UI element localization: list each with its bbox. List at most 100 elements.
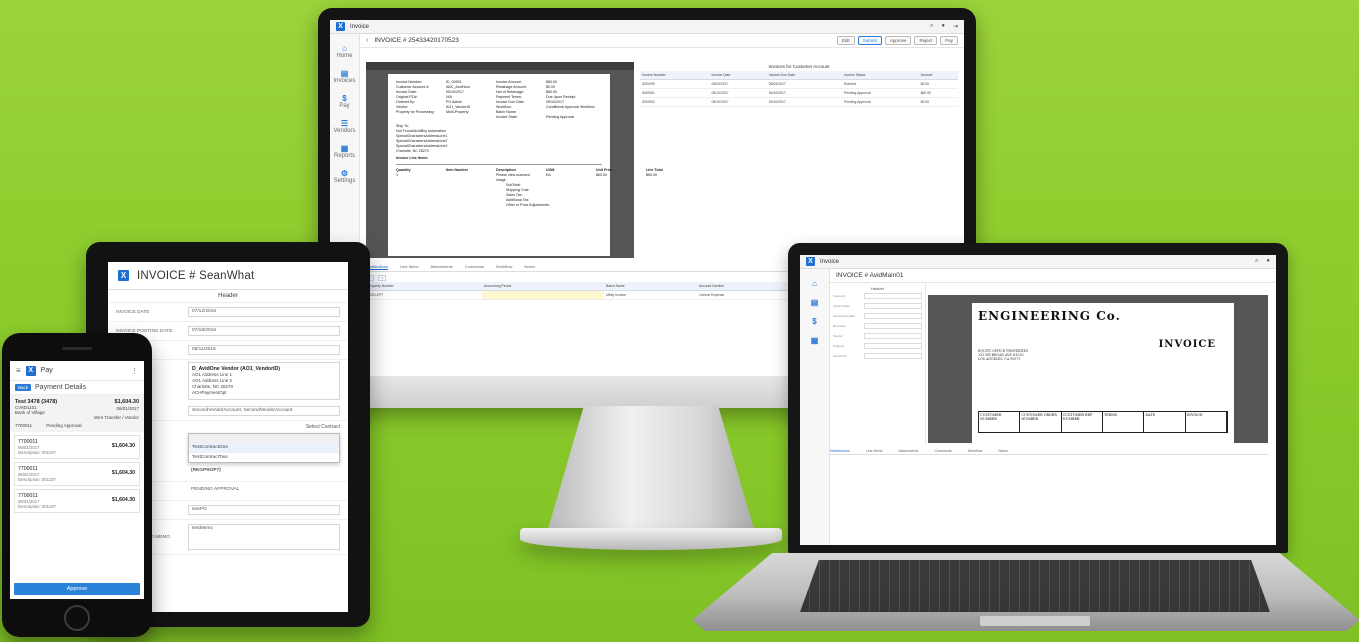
laptop-lid: X Invoice ⌕ ● ⌂ ▤ $ ▦ INVOICE # AvidMain… (788, 243, 1288, 553)
invoice-icon[interactable]: ▤ (800, 298, 829, 307)
column-header[interactable]: Invoice Number (640, 71, 710, 80)
user-icon[interactable]: ● (1266, 258, 1270, 265)
tab-item[interactable]: Notes (524, 264, 534, 269)
sidebar-item-vendors[interactable]: ☰ Vendors (330, 119, 359, 134)
tab-item[interactable]: Attachments (898, 449, 918, 453)
pay-icon[interactable]: $ (800, 317, 829, 326)
app-logo-icon: X (806, 257, 815, 266)
form-field[interactable] (864, 343, 922, 349)
tab-item[interactable]: Comments (934, 449, 951, 453)
sidebar-item-settings[interactable]: ⚙ Settings (330, 169, 359, 184)
tab-item[interactable]: Comments (465, 264, 484, 269)
reject-button[interactable]: Reject (914, 36, 938, 45)
laptop-keyboard (800, 560, 1270, 612)
payment-card[interactable]: 7700011 06/01/2017 $1,604.30 Description: 0… (14, 435, 140, 459)
sidebar-item-pay[interactable]: $ Pay (330, 94, 359, 109)
laptop-sidebar: ⌂ ▤ $ ▦ (800, 269, 830, 545)
tab-item[interactable]: Line Items (400, 264, 418, 269)
vendor-card[interactable]: D_AvidOne Vendor (AO1_VendorID) AO1 Addr… (188, 362, 340, 400)
form-field[interactable] (864, 323, 922, 329)
sidebar-item-invoices[interactable]: ▤ Invoices (330, 69, 359, 84)
table-row[interactable]: ID00902 05/10/2017 05/10/2017 Pending Appro… (640, 97, 958, 107)
home-icon[interactable]: ⌂ (800, 279, 829, 288)
form-field[interactable] (864, 313, 922, 319)
table-cell: 05/04/2017 (766, 79, 842, 89)
table-cell: $0.00 (918, 79, 958, 89)
form-row: Invoice Date (833, 303, 922, 309)
table-row[interactable]: ID00099 05/04/2017 05/04/2017 Entered $0.00 (640, 79, 958, 89)
field-label: Invoice Date (833, 304, 850, 308)
tab-item[interactable]: Workflow (496, 264, 512, 269)
column-header[interactable]: Invoice Due Date (766, 71, 842, 80)
payment-card[interactable]: 7700011 06/01/2017 $1,604.30 Description: 0… (14, 462, 140, 486)
table-cell: Pending Approval (842, 88, 919, 98)
phone-screen: ≡ X Pay ⋮ Back Payment Details Test 3478… (10, 361, 144, 599)
form-row: Account # (833, 353, 922, 359)
tab-item[interactable]: Distributions (830, 449, 850, 453)
menu-icon[interactable]: ≡ (16, 366, 21, 375)
column-header[interactable]: Property Number (366, 282, 482, 291)
sidebar-item-reports[interactable]: ▦ Reports (330, 144, 359, 159)
search-icon[interactable]: ⌕ (1255, 258, 1258, 265)
back-arrow-icon[interactable]: ‹ (366, 37, 368, 44)
field-text (396, 115, 436, 120)
tab-item[interactable]: Notes (998, 449, 1007, 453)
tab-item[interactable]: Workflow (968, 449, 983, 453)
invoice-image-viewer[interactable]: Invoice Number: ID_00901 Invoice Amount: $6… (366, 62, 663, 258)
submit-button[interactable]: Submit (857, 36, 882, 45)
column-header[interactable]: Batch Name (604, 282, 698, 291)
home-button[interactable] (64, 605, 90, 631)
phone-app-name: Pay (40, 367, 53, 374)
sidebar-item-home[interactable]: ⌂ Home (330, 44, 359, 59)
payment-card[interactable]: 7700011 06/01/2017 $1,604.30 Description: 0… (14, 489, 140, 513)
pay-button[interactable]: Pay (940, 36, 958, 45)
form-field[interactable] (864, 303, 922, 309)
contract-dropdown[interactable]: TestContractOne TestContractTwo (188, 433, 340, 463)
form-field[interactable] (864, 293, 922, 299)
laptop-lines-panel: Distributions Line Items Attachments Commen… (830, 447, 1268, 537)
app-logo-icon: X (336, 22, 345, 31)
approve-button[interactable]: Approve (14, 583, 140, 595)
table-cell: ID00902 (640, 97, 710, 107)
tab-item[interactable]: Attachments (430, 264, 452, 269)
phone-page-title: Payment Details (35, 384, 86, 391)
invoice-fields: Invoice Number: ID_00901 Invoice Amount: $6… (396, 80, 602, 120)
back-button[interactable]: Back (15, 384, 32, 391)
date-field[interactable]: 07/18/2016 (188, 326, 340, 336)
report-icon[interactable]: ▦ (800, 336, 829, 345)
payment-method: Wire Transfer / Vendor (93, 415, 139, 420)
column-header[interactable]: Invoice Status (842, 71, 919, 80)
reference-number: 7700011 (15, 423, 33, 428)
payment-amount: $1,604.30 (114, 399, 139, 405)
more-icon[interactable]: ⋮ (131, 367, 138, 375)
column-header[interactable]: Amount (918, 71, 958, 80)
memo-field[interactable]: testMemo (188, 524, 340, 550)
edit-button[interactable]: Edit (836, 36, 855, 45)
date-field[interactable]: 07/12/2016 (188, 307, 340, 317)
related-invoices-table: Invoice Number Invoice Date Invoice Due Da… (640, 71, 958, 107)
form-field[interactable] (864, 333, 922, 339)
payment-status: Pending Approval (46, 423, 82, 428)
po-field[interactable]: testPO (188, 505, 340, 515)
laptop-invoice-viewer[interactable]: ENGINEERING Co. INVOICE EQUITY OFFICE PR… (928, 295, 1268, 443)
table-row[interactable]: ID00901 05/10/2017 05/10/2017 Pending Appro… (640, 88, 958, 98)
contract-option[interactable]: TestContractOne (189, 442, 339, 452)
column-header[interactable]: Accounting Period (481, 282, 605, 291)
logout-icon[interactable]: ⇥ (953, 23, 958, 30)
column-header[interactable]: Invoice Date (709, 71, 767, 80)
account-field[interactable]: SecondVendorAccount, SecondVendorAccount (188, 406, 340, 416)
tab-item[interactable]: Line Items (866, 449, 883, 453)
grid-cell: INVOICE (1186, 412, 1227, 432)
laptop-app-name: Invoice (820, 258, 840, 265)
bill-to-address: EQUITY OFFICE PROPERTIES 333 WE BROAD AVE… (978, 349, 1228, 361)
search-icon[interactable]: ⌕ (930, 23, 933, 30)
approve-button[interactable]: Approve (884, 36, 912, 45)
delete-line-icon[interactable]: × (378, 275, 387, 281)
ship-to-block: Ship To: Not Found/AvidBuy Automation Spec… (396, 124, 602, 154)
date-field[interactable]: 08/11/2016 (188, 345, 340, 355)
form-field[interactable] (864, 353, 922, 359)
contract-option[interactable]: TestContractTwo (189, 452, 339, 462)
user-icon[interactable]: ● (941, 23, 945, 30)
table-cell: ID00901 (640, 88, 710, 98)
invoice-field-row: Invoice State: Pending Approval (396, 115, 602, 120)
